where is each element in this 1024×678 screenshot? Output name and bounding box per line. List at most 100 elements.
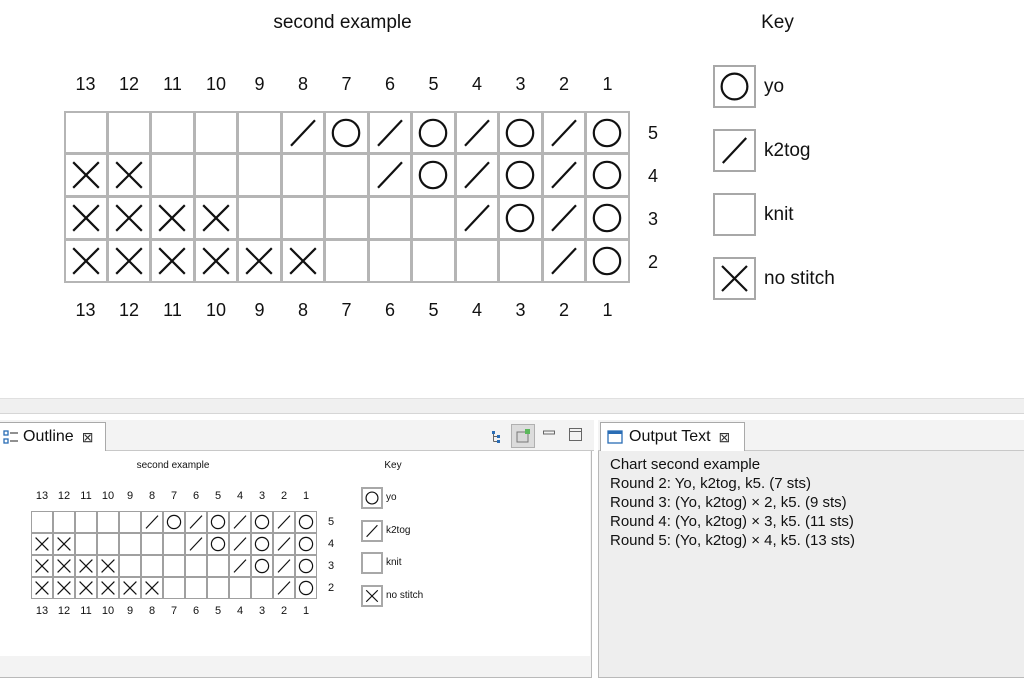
chart-cell[interactable]: [64, 154, 108, 197]
outline-chart-cell: [97, 533, 119, 555]
chart-cell[interactable]: [586, 240, 630, 283]
chart-cell[interactable]: [281, 111, 325, 154]
outline-chart-cell: [185, 577, 207, 599]
minimize-icon[interactable]: [540, 426, 558, 442]
outline-row-number: 4: [327, 538, 335, 550]
chart-cell[interactable]: [499, 197, 543, 240]
chart-cell[interactable]: [586, 197, 630, 240]
chart-cell[interactable]: [238, 240, 282, 283]
chart-cell[interactable]: [281, 240, 325, 283]
chart-cell[interactable]: [151, 197, 195, 240]
no-stitch-symbol: [35, 581, 49, 595]
chart-cell[interactable]: [238, 111, 282, 154]
key-label: no stitch: [764, 268, 835, 289]
chart-cell[interactable]: [499, 111, 543, 154]
chart-cell[interactable]: [325, 197, 369, 240]
output-text-area[interactable]: Chart second example Round 2: Yo, k2tog,…: [610, 455, 1015, 665]
k2tog-symbol: [277, 581, 291, 595]
chart-cell[interactable]: [64, 197, 108, 240]
yo-symbol: [720, 72, 749, 101]
chart-cell[interactable]: [542, 240, 586, 283]
outline-chart-cell: [295, 577, 317, 599]
chart-cell[interactable]: [542, 197, 586, 240]
column-number: 2: [558, 300, 569, 320]
outline-chart-cell: [97, 511, 119, 533]
output-line: Round 5: (Yo, k2tog) × 4, k5. (13 sts): [610, 532, 855, 549]
chart-cell[interactable]: [325, 154, 369, 197]
outline-column-number: 12: [57, 605, 71, 617]
no-stitch-symbol: [158, 204, 186, 232]
tab-outline[interactable]: Outline ⊠: [0, 422, 106, 451]
yo-symbol: [254, 536, 270, 552]
chart-cell[interactable]: [107, 240, 151, 283]
chart-cell[interactable]: [368, 111, 412, 154]
outline-column-number: 10: [101, 490, 115, 502]
chart-cell[interactable]: [325, 240, 369, 283]
chart-cell[interactable]: [107, 197, 151, 240]
chart-cell[interactable]: [194, 154, 238, 197]
chart-cell[interactable]: [412, 154, 456, 197]
yo-symbol: [331, 118, 361, 148]
chart-cell[interactable]: [64, 240, 108, 283]
chart-cell[interactable]: [412, 197, 456, 240]
column-number: 8: [297, 74, 308, 94]
chart-cell[interactable]: [586, 111, 630, 154]
output-line: Round 4: (Yo, k2tog) × 3, k5. (11 sts): [610, 513, 854, 530]
outline-column-number: 3: [258, 605, 266, 617]
chart-cell[interactable]: [542, 154, 586, 197]
chart-cell[interactable]: [151, 154, 195, 197]
chart-cell[interactable]: [151, 111, 195, 154]
panel-splitter[interactable]: [0, 398, 1024, 414]
chart-cell[interactable]: [455, 240, 499, 283]
outline-column-number: 8: [148, 605, 156, 617]
k2tog-symbol: [289, 119, 316, 147]
outline-column-number: 10: [101, 605, 115, 617]
chart-cell[interactable]: [107, 111, 151, 154]
outline-chart-cell: [163, 577, 185, 599]
chart-cell[interactable]: [412, 111, 456, 154]
chart-cell[interactable]: [368, 240, 412, 283]
outline-icon: [3, 429, 18, 445]
chart-cell[interactable]: [151, 240, 195, 283]
k2tog-symbol: [277, 559, 291, 573]
tab-output-text[interactable]: Output Text ⊠: [600, 422, 745, 451]
outline-chart-cell: [141, 555, 163, 577]
chart-cell[interactable]: [194, 240, 238, 283]
chart-cell[interactable]: [499, 240, 543, 283]
outline-key-swatch-k2tog: [361, 519, 383, 542]
outline-column-number: 8: [148, 490, 156, 502]
no-stitch-symbol: [158, 247, 186, 275]
outline-chart-cell: [251, 533, 273, 555]
chart-cell[interactable]: [64, 111, 108, 154]
k2tog-symbol: [721, 137, 748, 164]
column-number: 10: [205, 300, 227, 320]
chart-cell[interactable]: [194, 197, 238, 240]
chart-cell[interactable]: [412, 240, 456, 283]
chart-cell[interactable]: [107, 154, 151, 197]
chart-cell[interactable]: [542, 111, 586, 154]
chart-cell[interactable]: [499, 154, 543, 197]
chart-cell[interactable]: [194, 111, 238, 154]
outline-column-number: 9: [126, 605, 134, 617]
chart-cell[interactable]: [455, 197, 499, 240]
chart-cell[interactable]: [455, 111, 499, 154]
sync-icon[interactable]: [511, 424, 535, 448]
chart-cell[interactable]: [281, 197, 325, 240]
key-swatch-yo: [713, 65, 756, 108]
chart-cell[interactable]: [586, 154, 630, 197]
outline-chart-cell: [75, 577, 97, 599]
chart-cell[interactable]: [368, 197, 412, 240]
chart-cell[interactable]: [368, 154, 412, 197]
chart-cell[interactable]: [281, 154, 325, 197]
chart-cell[interactable]: [325, 111, 369, 154]
tree-view-icon[interactable]: [488, 428, 508, 446]
outline-chart-cell: [141, 533, 163, 555]
key-label: knit: [764, 204, 794, 225]
chart-cell[interactable]: [238, 197, 282, 240]
close-icon[interactable]: ⊠: [719, 429, 731, 446]
outline-column-number: 4: [236, 605, 244, 617]
maximize-icon[interactable]: [566, 426, 584, 442]
chart-cell[interactable]: [238, 154, 282, 197]
close-icon[interactable]: ⊠: [82, 429, 94, 446]
chart-cell[interactable]: [455, 154, 499, 197]
